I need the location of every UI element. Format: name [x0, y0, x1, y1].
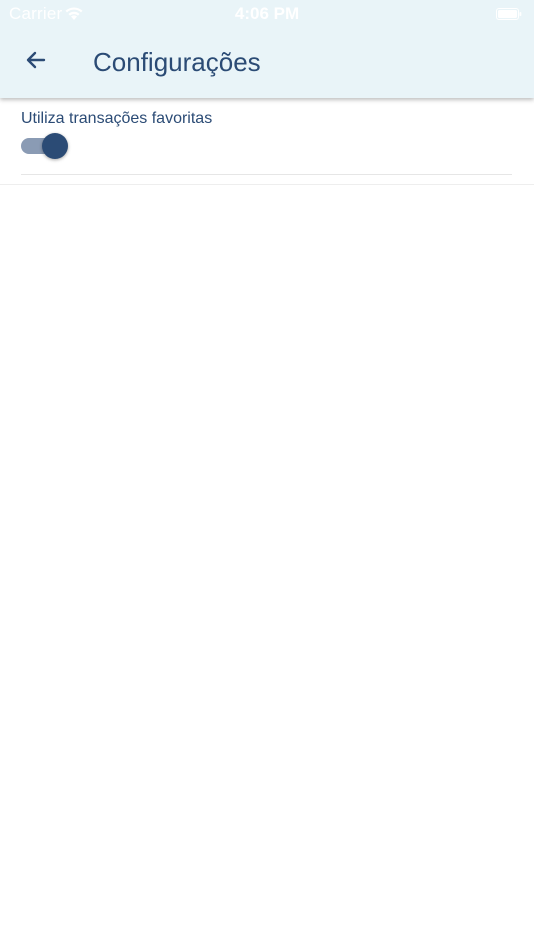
status-bar: Carrier 4:06 PM [0, 0, 534, 28]
settings-list: Utiliza transações favoritas [0, 98, 534, 185]
app-screen: Carrier 4:06 PM Configurações Utiliza tr… [0, 0, 534, 950]
back-button[interactable] [16, 44, 56, 80]
toggle-knob [42, 133, 68, 159]
arrow-left-icon [24, 48, 48, 77]
page-title: Configurações [93, 47, 261, 77]
status-time: 4:06 PM [234, 4, 300, 23]
favorite-transactions-toggle[interactable] [21, 133, 69, 159]
setting-label: Utiliza transações favoritas [21, 110, 213, 127]
setting-row-favorite-transactions: Utiliza transações favoritas [21, 98, 512, 175]
top-bar: Carrier 4:06 PM Configurações [0, 0, 534, 98]
battery-icon [496, 7, 522, 20]
divider [0, 184, 534, 185]
app-header: Configurações [0, 28, 534, 98]
